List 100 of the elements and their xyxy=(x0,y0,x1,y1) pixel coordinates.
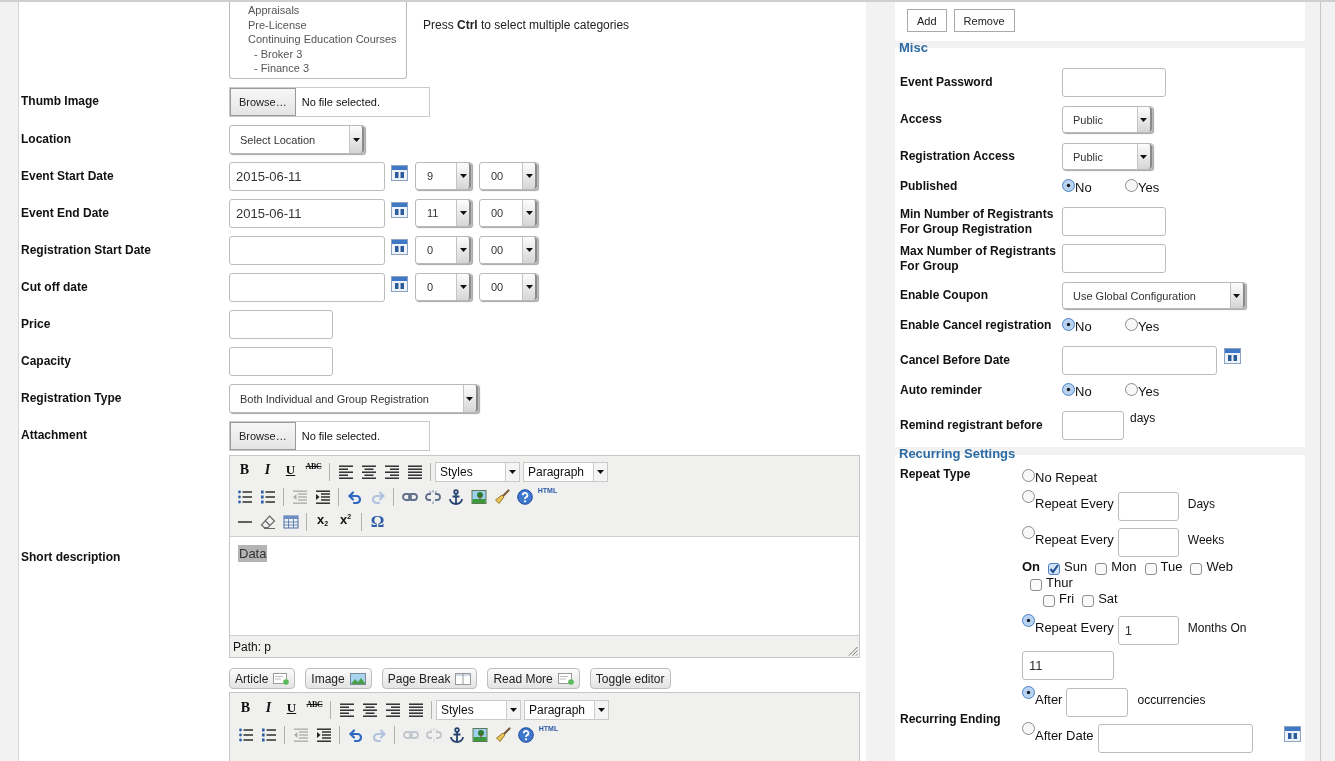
editor-button[interactable]: Image xyxy=(305,668,372,689)
bold-button[interactable]: B xyxy=(235,699,256,720)
radio-button[interactable] xyxy=(1022,490,1035,503)
radio-label[interactable]: No xyxy=(1075,179,1092,195)
day-label[interactable]: Tue xyxy=(1160,559,1183,575)
underline-button[interactable]: U xyxy=(281,699,302,720)
radio-button[interactable] xyxy=(1022,722,1035,735)
checkbox[interactable] xyxy=(1190,562,1203,575)
browse-button[interactable]: Browse… xyxy=(230,88,296,116)
select-dropdown[interactable]: Public xyxy=(1062,106,1153,133)
select-dropdown[interactable]: 00 xyxy=(479,162,538,190)
radio-button[interactable] xyxy=(1022,614,1035,627)
list-option[interactable]: Appraisals xyxy=(248,3,406,18)
bold-button[interactable]: B xyxy=(234,461,255,482)
strikethrough-button[interactable]: ABC xyxy=(304,699,325,720)
text-field[interactable] xyxy=(229,347,333,376)
checkbox[interactable] xyxy=(1048,562,1061,575)
radio-label[interactable]: Yes xyxy=(1138,318,1160,334)
radio-button[interactable] xyxy=(1125,179,1138,192)
radio-label[interactable]: No xyxy=(1075,318,1092,334)
date-field[interactable] xyxy=(229,273,385,302)
browse-button[interactable]: Browse… xyxy=(230,422,296,450)
format-dropdown[interactable]: Paragraph xyxy=(523,461,608,482)
select-dropdown[interactable]: 00 xyxy=(479,199,538,227)
radio-label[interactable]: Repeat Every xyxy=(1035,614,1114,635)
text-field[interactable] xyxy=(1062,207,1166,236)
date-field[interactable] xyxy=(229,236,385,265)
radio-label[interactable]: No Repeat xyxy=(1035,469,1098,485)
editor-button[interactable]: Article xyxy=(229,668,296,689)
number-field[interactable]: 1 xyxy=(1117,616,1179,645)
select-dropdown[interactable]: Both Individual and Group Registration xyxy=(229,384,479,413)
special-character-button[interactable]: Ω xyxy=(367,511,388,532)
editor-button[interactable]: Page Break xyxy=(381,668,478,689)
radio-label[interactable]: No xyxy=(1075,383,1092,399)
day-label[interactable]: Mon xyxy=(1111,559,1137,575)
select-dropdown[interactable]: Use Global Configuration xyxy=(1062,282,1246,309)
number-field[interactable]: 11 xyxy=(1022,651,1114,680)
select-dropdown[interactable]: 0 xyxy=(415,273,472,301)
editor-button[interactable]: Read More xyxy=(487,668,580,689)
date-field[interactable]: 2015-06-11 xyxy=(229,199,385,228)
radio-label[interactable]: After Date xyxy=(1035,722,1094,743)
select-dropdown[interactable]: Select Location xyxy=(229,125,366,154)
number-field[interactable] xyxy=(1117,528,1179,557)
category-listbox[interactable]: Appraisals Pre-License Continuing Education Courses - Broker 3 - Finance 3 xyxy=(229,2,407,79)
day-label[interactable]: Fri xyxy=(1059,591,1075,607)
checkbox[interactable] xyxy=(1030,578,1042,591)
calendar-icon[interactable] xyxy=(391,202,408,218)
list-option[interactable]: Continuing Education Courses xyxy=(248,32,406,47)
day-label[interactable]: Sat xyxy=(1098,591,1118,607)
checkbox[interactable] xyxy=(1043,594,1055,607)
file-input[interactable]: Browse… No file selected. xyxy=(229,421,430,451)
calendar-icon[interactable] xyxy=(391,276,408,292)
number-field[interactable] xyxy=(1066,688,1129,717)
radio-button[interactable] xyxy=(1022,526,1035,539)
italic-button[interactable]: I xyxy=(257,461,278,482)
select-dropdown[interactable]: 11 xyxy=(415,199,472,227)
radio-label[interactable]: Repeat Every xyxy=(1035,526,1114,547)
radio-label[interactable]: Yes xyxy=(1138,179,1160,195)
radio-button[interactable] xyxy=(1022,686,1035,699)
list-option[interactable]: - Broker 3 xyxy=(248,46,406,61)
select-dropdown[interactable]: 00 xyxy=(479,273,538,301)
radio-button[interactable] xyxy=(1062,318,1075,331)
calendar-icon[interactable] xyxy=(1224,348,1241,364)
superscript-button[interactable]: x$^{2}$ xyxy=(335,511,356,532)
date-field[interactable] xyxy=(1062,346,1217,375)
day-label[interactable]: Thur xyxy=(1046,575,1073,591)
list-option[interactable]: - Finance 3 xyxy=(248,61,406,76)
number-field[interactable] xyxy=(1117,492,1179,521)
radio-button[interactable] xyxy=(1062,383,1075,396)
subscript-button[interactable]: x$_{2}$ xyxy=(312,511,333,532)
radio-button[interactable] xyxy=(1062,179,1075,192)
date-field[interactable]: 2015-06-11 xyxy=(229,162,385,191)
date-field[interactable] xyxy=(1097,724,1253,753)
checkbox[interactable] xyxy=(1082,594,1095,607)
radio-label[interactable]: Yes xyxy=(1138,383,1160,399)
radio-button[interactable] xyxy=(1125,318,1138,331)
text-field[interactable] xyxy=(1062,244,1166,273)
underline-button[interactable]: U xyxy=(280,461,301,482)
number-field[interactable] xyxy=(1062,411,1124,440)
file-input[interactable]: Browse… No file selected. xyxy=(229,87,430,117)
format-dropdown[interactable]: Paragraph xyxy=(524,699,609,720)
resize-grip-icon[interactable] xyxy=(848,646,858,656)
select-dropdown[interactable]: 00 xyxy=(479,236,538,264)
checkbox[interactable] xyxy=(1144,562,1157,575)
calendar-icon[interactable] xyxy=(1283,726,1301,742)
action-button[interactable]: Add xyxy=(907,9,947,32)
radio-label[interactable]: Repeat Every xyxy=(1035,490,1114,511)
day-label[interactable]: Web xyxy=(1206,559,1233,575)
day-label[interactable]: Sun xyxy=(1064,559,1088,575)
format-dropdown[interactable]: Styles xyxy=(436,699,521,720)
select-dropdown[interactable]: Public xyxy=(1062,143,1153,170)
italic-button[interactable]: I xyxy=(258,699,279,720)
list-option[interactable]: Pre-License xyxy=(248,17,406,32)
text-field[interactable] xyxy=(229,310,333,339)
calendar-icon[interactable] xyxy=(391,165,408,181)
format-dropdown[interactable]: Styles xyxy=(435,461,520,482)
select-dropdown[interactable]: 9 xyxy=(415,162,472,190)
strikethrough-button[interactable]: ABC xyxy=(303,461,324,482)
checkbox[interactable] xyxy=(1095,562,1108,575)
radio-button[interactable] xyxy=(1125,383,1138,396)
